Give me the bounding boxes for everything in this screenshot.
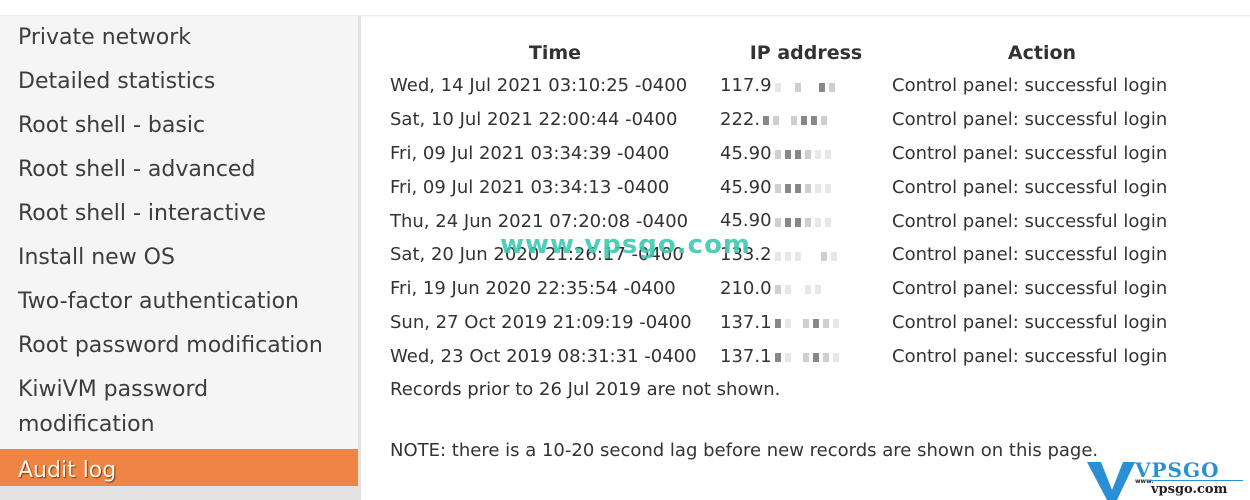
sidebar-item-detailed-statistics[interactable]: Detailed statistics bbox=[0, 60, 358, 104]
cell-time: Fri, 09 Jul 2021 03:34:13 -0400 bbox=[390, 176, 670, 198]
redacted-ip-mask bbox=[774, 76, 839, 97]
sidebar-item-root-shell-advanced[interactable]: Root shell - advanced bbox=[0, 148, 358, 192]
ip-prefix: 137.1 bbox=[720, 311, 772, 333]
sidebar-item-label: Root shell - interactive bbox=[18, 201, 267, 226]
ip-prefix: 45.90 bbox=[720, 210, 772, 232]
column-header-action: Action bbox=[1007, 42, 1077, 64]
redacted-ip-mask bbox=[774, 245, 841, 266]
redacted-ip-mask bbox=[774, 143, 835, 164]
cell-ip: 45.90 bbox=[720, 137, 892, 171]
ip-prefix: 222. bbox=[720, 108, 761, 130]
cell-ip: 137.1 bbox=[720, 306, 892, 340]
cell-time: Sun, 27 Oct 2019 21:09:19 -0400 bbox=[390, 311, 692, 333]
redacted-ip-mask bbox=[774, 346, 843, 367]
redacted-ip-mask bbox=[774, 211, 835, 232]
ip-prefix: 45.90 bbox=[720, 176, 772, 198]
cell-ip: 117.9 bbox=[720, 69, 892, 103]
sidebar-item-install-new-os[interactable]: Install new OS bbox=[0, 236, 358, 280]
table-row: Wed, 23 Oct 2019 08:31:31 -0400 137.1 Co… bbox=[390, 339, 1192, 373]
cell-time: Wed, 23 Oct 2019 08:31:31 -0400 bbox=[390, 345, 697, 367]
cell-ip: 45.90 bbox=[720, 170, 892, 204]
sidebar-item-label: Root shell - advanced bbox=[18, 157, 256, 182]
sidebar: Private network Detailed statistics Root… bbox=[0, 16, 361, 500]
sidebar-item-root-password-modification[interactable]: Root password modification bbox=[0, 324, 358, 368]
sidebar-item-two-factor-authentication[interactable]: Two-factor authentication bbox=[0, 280, 358, 324]
table-header-row: Time IP address Action bbox=[390, 40, 1192, 69]
column-header-time: Time bbox=[528, 42, 582, 64]
cell-action: Control panel: successful login bbox=[892, 311, 1168, 333]
table-row: Fri, 09 Jul 2021 03:34:39 -0400 45.90 Co… bbox=[390, 137, 1192, 171]
ip-prefix: 117.9 bbox=[720, 75, 772, 97]
cell-ip: 210.0 bbox=[720, 272, 892, 306]
cell-action: Control panel: successful login bbox=[892, 278, 1168, 300]
redacted-ip-mask bbox=[774, 278, 825, 299]
sidebar-item-label: Two-factor authentication bbox=[18, 289, 299, 314]
records-cutoff-note: Records prior to 26 Jul 2019 are not sho… bbox=[390, 379, 781, 401]
cell-action: Control panel: successful login bbox=[892, 75, 1168, 97]
sidebar-item-root-shell-interactive[interactable]: Root shell - interactive bbox=[0, 192, 358, 236]
sidebar-item-label: Audit log bbox=[18, 458, 117, 483]
sidebar-item-private-network[interactable]: Private network bbox=[0, 16, 358, 60]
ip-prefix: 137.1 bbox=[720, 345, 772, 367]
sidebar-footer bbox=[0, 486, 361, 500]
cell-time: Wed, 14 Jul 2021 03:10:25 -0400 bbox=[390, 75, 688, 97]
sidebar-menu: Private network Detailed statistics Root… bbox=[0, 16, 358, 493]
sidebar-item-label: Detailed statistics bbox=[18, 69, 216, 94]
sidebar-item-label: Root password modification bbox=[18, 333, 323, 358]
vpsgo-logo: VPSGO www. vpsgo.com bbox=[1087, 458, 1247, 500]
redacted-ip-mask bbox=[763, 109, 831, 130]
cell-action: Control panel: successful login bbox=[892, 142, 1168, 164]
cell-action: Control panel: successful login bbox=[892, 210, 1168, 232]
v-logo-icon bbox=[1087, 462, 1135, 500]
sidebar-item-label: KiwiVM password modification bbox=[18, 377, 209, 437]
table-row: Wed, 14 Jul 2021 03:10:25 -0400 117.9 Co… bbox=[390, 69, 1192, 103]
table-row: Sat, 10 Jul 2021 22:00:44 -0400 222. Con… bbox=[390, 103, 1192, 137]
logo-rule bbox=[1147, 480, 1243, 481]
top-bar bbox=[0, 0, 1250, 16]
cell-action: Control panel: successful login bbox=[892, 345, 1168, 367]
redacted-ip-mask bbox=[774, 312, 843, 333]
redacted-ip-mask bbox=[774, 177, 835, 198]
table-row: Fri, 09 Jul 2021 03:34:13 -0400 45.90 Co… bbox=[390, 170, 1192, 204]
ip-prefix: 210.0 bbox=[720, 277, 772, 299]
table-row: Sun, 27 Oct 2019 21:09:19 -0400 137.1 Co… bbox=[390, 306, 1192, 340]
cell-action: Control panel: successful login bbox=[892, 176, 1168, 198]
cell-action: Control panel: successful login bbox=[892, 109, 1168, 131]
ip-prefix: 45.90 bbox=[720, 142, 772, 164]
cell-ip: 222. bbox=[720, 103, 892, 137]
sidebar-item-label: Private network bbox=[18, 25, 192, 50]
column-header-ip-address: IP address bbox=[749, 42, 863, 64]
watermark-text: www.vpsgo.com bbox=[500, 230, 752, 260]
cell-time: Fri, 19 Jun 2020 22:35:54 -0400 bbox=[390, 278, 676, 300]
cell-time: Fri, 09 Jul 2021 03:34:39 -0400 bbox=[390, 142, 670, 164]
sidebar-item-kiwivm-password-modification[interactable]: KiwiVM password modification bbox=[0, 368, 358, 446]
cell-time: Sat, 10 Jul 2021 22:00:44 -0400 bbox=[390, 109, 678, 131]
sidebar-item-label: Root shell - basic bbox=[18, 113, 206, 138]
sidebar-item-label: Install new OS bbox=[18, 245, 175, 270]
cell-action: Control panel: successful login bbox=[892, 244, 1168, 266]
sidebar-item-root-shell-basic[interactable]: Root shell - basic bbox=[0, 104, 358, 148]
table-row: Fri, 19 Jun 2020 22:35:54 -0400 210.0 Co… bbox=[390, 272, 1192, 306]
audit-log-table: Time IP address Action Wed, 14 Jul 2021 … bbox=[390, 40, 1192, 373]
sidebar-divider bbox=[358, 16, 361, 500]
logo-domain: vpsgo.com bbox=[1151, 482, 1228, 497]
cell-ip: 137.1 bbox=[720, 339, 892, 373]
